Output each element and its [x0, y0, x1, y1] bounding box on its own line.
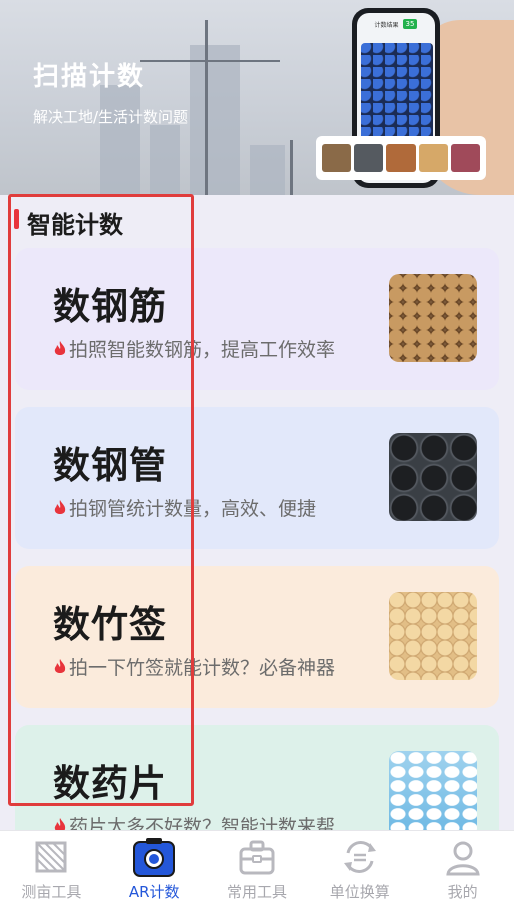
card-description: 拍钢管统计数量，高效、便捷	[53, 494, 316, 521]
tab-label: 单位换算	[329, 883, 390, 901]
banner-subtitle: 解决工地/生活计数问题	[33, 108, 189, 126]
building-shape	[190, 45, 240, 195]
phone-count-badge: 35	[402, 19, 418, 29]
toolbox-icon	[235, 835, 279, 879]
tab-common-tools[interactable]: 常用工具	[206, 831, 309, 903]
sample-thumbnails	[316, 136, 486, 180]
thumbnail	[386, 144, 416, 172]
bottom-tab-bar: 测亩工具 AR计数 常用工具 单位换算 我的	[0, 830, 514, 903]
user-icon	[441, 835, 485, 879]
card-count-bamboo-stick[interactable]: 数竹签 拍一下竹签就能计数？必备神器	[15, 566, 499, 708]
fire-icon	[54, 658, 66, 673]
card-title: 数钢管	[53, 444, 167, 487]
crane-shape	[140, 60, 280, 62]
card-description-text: 拍照智能数钢筋，提高工作效率	[69, 339, 336, 361]
thumbnail	[450, 144, 481, 172]
card-title: 数药片	[53, 762, 167, 805]
card-description: 拍一下竹签就能计数？必备神器	[53, 653, 335, 680]
card-count-rebar[interactable]: 数钢筋 拍照智能数钢筋，提高工作效率	[15, 248, 499, 390]
thumbnail	[418, 144, 448, 172]
tab-measure-area[interactable]: 测亩工具	[0, 831, 103, 903]
thumbnail	[354, 144, 384, 172]
bamboo-stick-photo	[389, 592, 477, 680]
rebar-photo	[389, 274, 477, 362]
tab-unit-convert[interactable]: 单位换算	[308, 831, 411, 903]
thumbnail	[322, 144, 352, 172]
tab-label: 测亩工具	[21, 883, 82, 901]
tab-ar-count[interactable]: AR计数	[103, 831, 206, 903]
crane-shape	[290, 140, 293, 195]
phone-header-label: 计数结果	[374, 21, 399, 29]
convert-icon	[338, 835, 382, 879]
steel-pipe-photo	[389, 433, 477, 521]
card-description: 拍照智能数钢筋，提高工作效率	[53, 335, 335, 362]
section-title: 智能计数	[27, 211, 123, 239]
tab-label: 常用工具	[226, 883, 287, 901]
building-shape	[100, 85, 140, 195]
building-shape	[150, 125, 180, 195]
grid-polygon-icon	[29, 835, 73, 879]
card-description-text: 拍钢管统计数量，高效、便捷	[69, 498, 317, 520]
fire-icon	[54, 499, 66, 514]
tab-me[interactable]: 我的	[411, 831, 514, 903]
camera-icon	[132, 835, 176, 879]
crane-shape	[205, 20, 208, 195]
pipe-scan-image	[361, 43, 433, 143]
tab-label: 我的	[447, 883, 478, 901]
section-accent-bar	[14, 209, 19, 229]
fire-icon	[54, 340, 66, 355]
building-shape	[250, 145, 285, 195]
card-description-text: 拍一下竹签就能计数？必备神器	[69, 657, 336, 679]
card-count-steel-pipe[interactable]: 数钢管 拍钢管统计数量，高效、便捷	[15, 407, 499, 549]
tab-label: AR计数	[128, 883, 180, 901]
banner[interactable]: 扫描计数 解决工地/生活计数问题 计数结果 35	[0, 0, 514, 195]
banner-title: 扫描计数	[33, 62, 146, 92]
pill-photo	[389, 751, 477, 839]
phone-header: 计数结果 35	[357, 13, 435, 35]
card-title: 数钢筋	[53, 285, 167, 328]
card-title: 数竹签	[53, 603, 167, 646]
